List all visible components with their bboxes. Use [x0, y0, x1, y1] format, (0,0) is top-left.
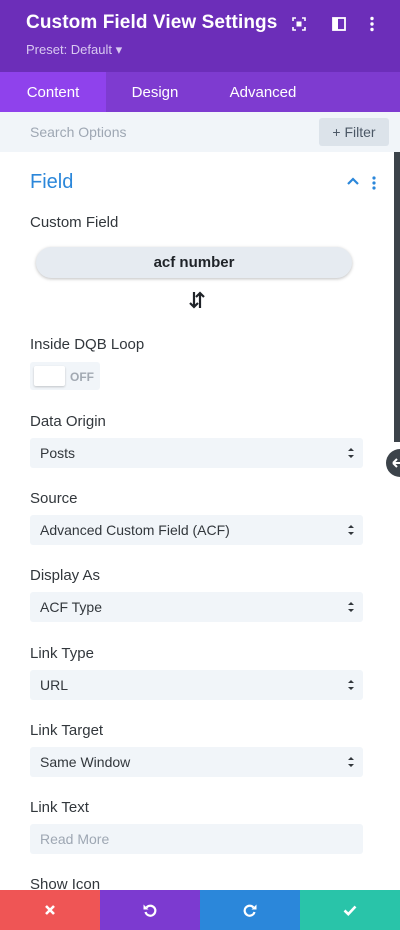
modal-title: Custom Field View Settings [26, 12, 278, 33]
check-icon [343, 905, 357, 916]
link-text-input[interactable]: Read More [30, 824, 363, 854]
undo-button[interactable] [100, 890, 200, 930]
save-button[interactable] [300, 890, 400, 930]
swap-icon[interactable] [187, 289, 207, 311]
display-as-value: ACF Type [40, 599, 102, 615]
select-arrows-icon [348, 602, 354, 612]
link-type-label: Link Type [30, 645, 94, 662]
cancel-button[interactable] [0, 890, 100, 930]
panel-collapse-handle[interactable] [386, 449, 400, 477]
chevron-up-icon[interactable] [346, 176, 360, 186]
undo-icon [143, 904, 157, 917]
fullscreen-icon[interactable] [289, 14, 309, 34]
preset-dropdown[interactable]: Preset: Default ▾ [26, 42, 122, 58]
arrow-left-icon [392, 458, 400, 468]
close-icon [45, 905, 55, 915]
link-target-value: Same Window [40, 754, 131, 770]
custom-field-value-pill[interactable]: acf number [36, 247, 352, 278]
link-text-label: Link Text [30, 799, 89, 816]
sidebar-toggle-icon[interactable] [329, 14, 349, 34]
display-as-select[interactable]: ACF Type [30, 592, 363, 622]
source-value: Advanced Custom Field (ACF) [40, 522, 230, 538]
settings-header: Custom Field View Settings Preset: Defau… [0, 0, 400, 72]
toggle-state-text: OFF [70, 370, 94, 384]
custom-field-label: Custom Field [30, 214, 119, 231]
scrollbar[interactable] [394, 152, 400, 442]
data-origin-select[interactable]: Posts [30, 438, 363, 468]
tab-design[interactable]: Design [106, 72, 204, 112]
select-arrows-icon [348, 448, 354, 458]
select-arrows-icon [348, 680, 354, 690]
link-type-select[interactable]: URL [30, 670, 363, 700]
section-title-field[interactable]: Field [30, 171, 73, 194]
inside-loop-toggle[interactable]: OFF [30, 362, 100, 390]
tab-bar: Content Design Advanced [0, 72, 400, 112]
link-text-placeholder: Read More [40, 831, 110, 847]
filter-button[interactable]: + Filter [319, 118, 389, 146]
source-label: Source [30, 490, 78, 507]
select-arrows-icon [348, 757, 354, 767]
display-as-label: Display As [30, 567, 101, 584]
redo-icon [243, 904, 257, 917]
link-target-select[interactable]: Same Window [30, 747, 363, 777]
search-placeholder: Search Options [30, 124, 127, 140]
redo-button[interactable] [200, 890, 300, 930]
section-more-icon[interactable] [371, 176, 377, 190]
toggle-knob [34, 366, 65, 386]
source-select[interactable]: Advanced Custom Field (ACF) [30, 515, 363, 545]
data-origin-label: Data Origin [30, 413, 106, 430]
action-bar [0, 890, 400, 930]
tab-content[interactable]: Content [0, 72, 106, 112]
tab-advanced[interactable]: Advanced [204, 72, 322, 112]
inside-loop-label: Inside DQB Loop [30, 336, 145, 353]
link-type-value: URL [40, 677, 69, 693]
select-arrows-icon [348, 525, 354, 535]
more-vertical-icon[interactable] [362, 14, 382, 34]
data-origin-value: Posts [40, 445, 76, 461]
link-target-label: Link Target [30, 722, 104, 739]
